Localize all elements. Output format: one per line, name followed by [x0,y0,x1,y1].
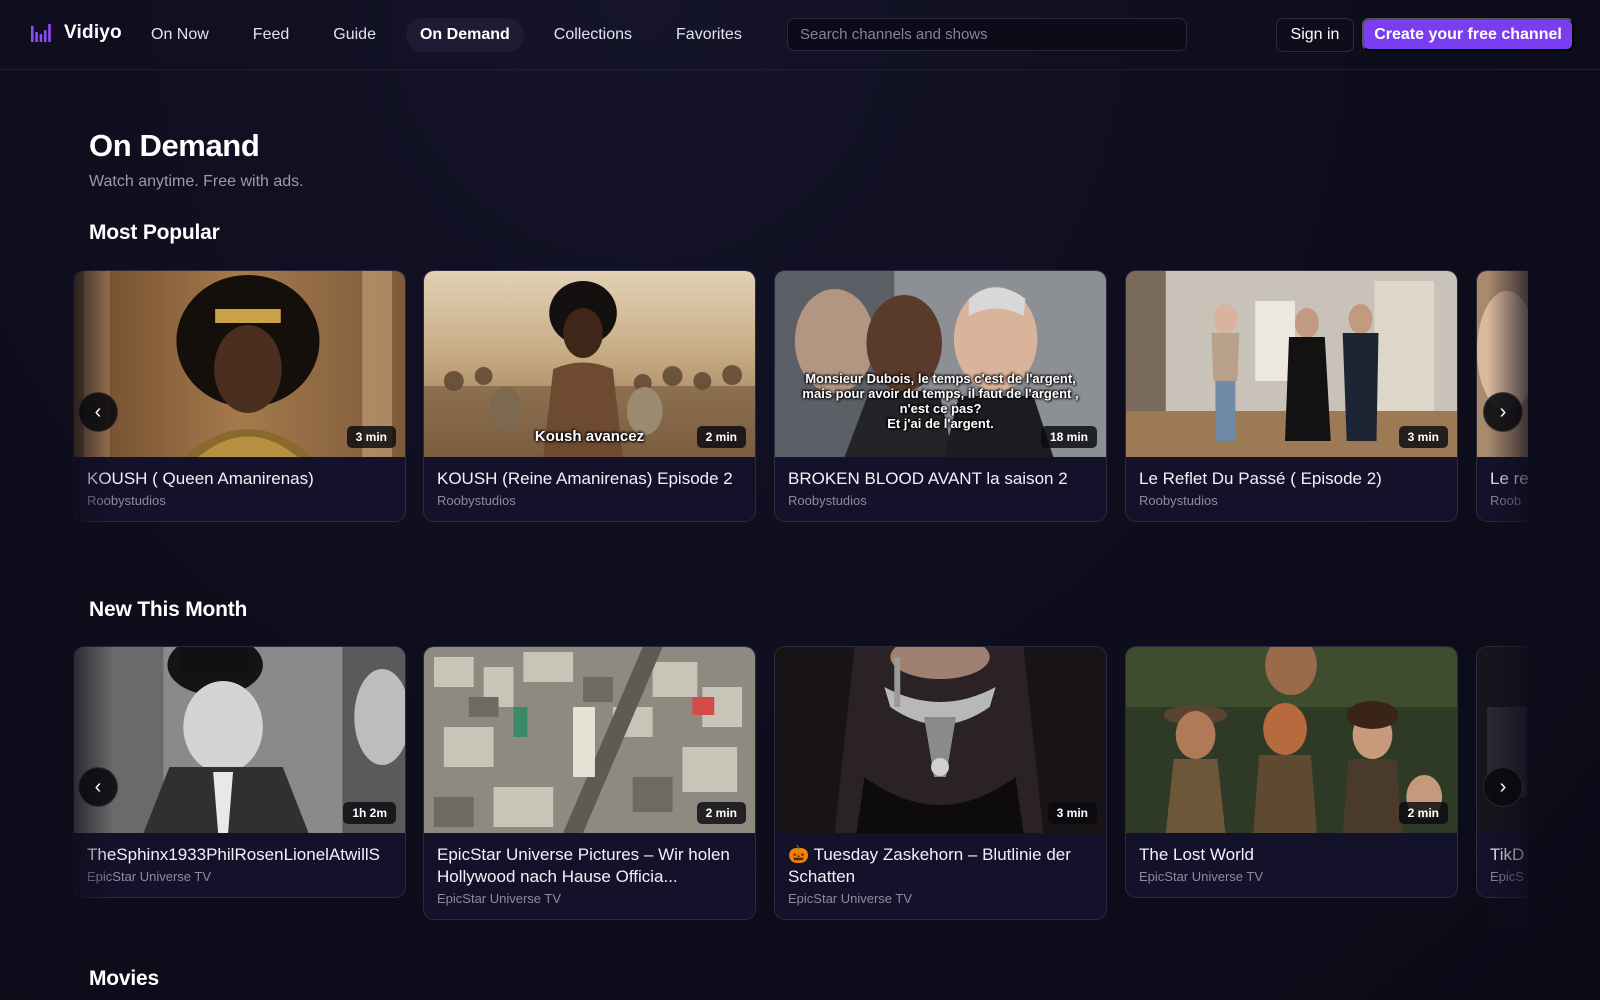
nav-item-on-demand[interactable]: On Demand [405,18,524,52]
video-title: KOUSH ( Queen Amanirenas) [87,469,314,488]
channel-name: EpicStar Universe TV [87,869,212,884]
duration-badge: 3 min [1398,426,1448,448]
video-thumbnail: 3 min [1126,271,1457,457]
video-thumbnail: 3 min [775,647,1106,833]
video-thumbnail: 2 min [424,647,755,833]
duration-badge: 18 min [1040,426,1097,448]
carousel-most-popular: 3 min KOUSH ( Queen Amanirenas) Roobystu… [73,270,1528,530]
video-thumbnail: 1h 2m [74,647,405,833]
subtitle-overlay: Monsieur Dubois, le temps c'est de l'arg… [802,371,1079,431]
duration-badge: 1h 2m [343,802,396,824]
video-title: TheSphinx1933PhilRosenLionelAtwillS [87,845,380,864]
video-thumbnail: Koush avancez 2 min [424,271,755,457]
channel-name: EpicStar Universe TV [437,891,562,906]
nav-item-feed[interactable]: Feed [239,18,303,52]
video-thumbnail: 2 min [1126,647,1457,833]
page-title: On Demand [89,128,260,163]
channel-name: Roobystudios [788,493,867,508]
search-input[interactable] [787,18,1187,51]
video-title: Le Reflet Du Passé ( Episode 2) [1139,469,1382,488]
video-title: The Lost World [1139,845,1254,864]
video-thumbnail: Monsieur Dubois, le temps c'est de l'arg… [775,271,1106,457]
channel-name: Roobystudios [87,493,166,508]
video-card[interactable]: Monsieur Dubois, le temps c'est de l'arg… [774,270,1107,522]
video-card[interactable]: 3 min Le Reflet Du Passé ( Episode 2) Ro… [1125,270,1458,522]
video-title: Le re [1490,469,1528,488]
video-card[interactable]: 2 min The Lost World EpicStar Universe T… [1125,646,1458,898]
nav-links: On Now Feed Guide On Demand Collections … [137,18,756,52]
create-channel-button[interactable]: Create your free channel [1362,18,1574,51]
nav-item-collections[interactable]: Collections [540,18,646,52]
brand-name: Vidiyo [64,22,122,43]
duration-badge: 2 min [696,426,746,448]
video-title: EpicStar Universe Pictures – Wir holen H… [437,845,730,886]
channel-name: Roobystudios [437,493,516,508]
channel-name: EpicS [1490,869,1524,884]
video-card[interactable]: 3 min KOUSH ( Queen Amanirenas) Roobystu… [73,270,406,522]
video-card[interactable]: Koush avancez 2 min KOUSH (Reine Amanire… [423,270,756,522]
video-title: TikD [1490,845,1525,864]
duration-badge: 2 min [696,802,746,824]
nav-item-on-now[interactable]: On Now [137,18,223,52]
page-subtitle: Watch anytime. Free with ads. [89,173,304,190]
video-title: 🎃 Tuesday Zaskehorn – Blutlinie der Scha… [788,845,1071,886]
sign-in-button[interactable]: Sign in [1276,18,1354,52]
video-thumbnail: 3 min [74,271,405,457]
duration-badge: 2 min [1398,802,1448,824]
video-card[interactable]: 3 min 🎃 Tuesday Zaskehorn – Blutlinie de… [774,646,1107,920]
video-card[interactable]: 1h 2m TheSphinx1933PhilRosenLionelAtwill… [73,646,406,898]
nav-item-guide[interactable]: Guide [319,18,390,52]
channel-name: Roob [1490,493,1522,508]
carousel-new-this-month: 1h 2m TheSphinx1933PhilRosenLionelAtwill… [73,646,1528,926]
carousel-prev-button[interactable]: ‹ [78,767,118,807]
section-title-most-popular: Most Popular [89,221,220,244]
brand[interactable]: Vidiyo [30,22,122,44]
duration-badge: 3 min [1047,802,1097,824]
duration-badge: 3 min [346,426,396,448]
video-title: BROKEN BLOOD AVANT la saison 2 [788,469,1068,488]
carousel-next-button[interactable]: › [1483,392,1523,432]
carousel-prev-button[interactable]: ‹ [78,392,118,432]
video-card[interactable]: 2 min EpicStar Universe Pictures – Wir h… [423,646,756,920]
channel-name: EpicStar Universe TV [1139,869,1264,884]
section-title-new-this-month: New This Month [89,598,248,621]
channel-name: Roobystudios [1139,493,1218,508]
video-title: KOUSH (Reine Amanirenas) Episode 2 [437,469,733,488]
nav-item-favorites[interactable]: Favorites [662,18,756,52]
vidiyo-logo-icon [31,24,51,42]
carousel-next-button[interactable]: › [1483,767,1523,807]
section-title-movies: Movies [89,967,159,990]
channel-name: EpicStar Universe TV [788,891,913,906]
top-nav: Vidiyo On Now Feed Guide On Demand Colle… [0,0,1600,70]
